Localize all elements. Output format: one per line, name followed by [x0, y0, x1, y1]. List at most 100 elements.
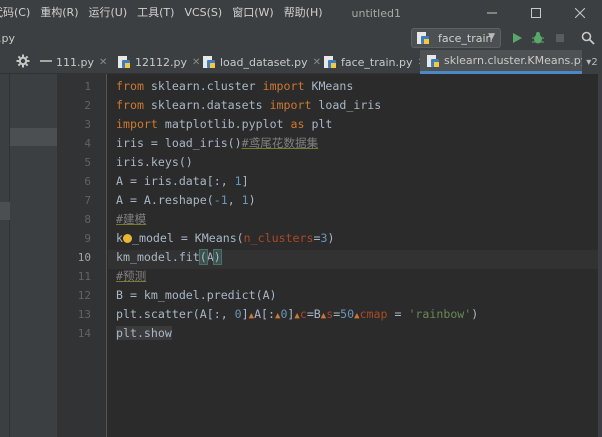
line-number-gutter: 1 2 3 4 5 6 7 8 9 10 11 12 13 14 [57, 74, 107, 437]
line-number: 11 [77, 270, 91, 283]
tab-load-dataset-py[interactable]: load_dataset.py ✕ [196, 50, 327, 74]
code-text: ] [241, 174, 249, 188]
code-text: A [206, 250, 214, 264]
minimize-button[interactable] [470, 0, 514, 26]
run-button[interactable] [509, 30, 525, 46]
menu-refactor[interactable]: 重构(R) [35, 0, 83, 26]
code-text: A[: [254, 307, 276, 321]
code-line-6: A = iris.data[:, 1] [116, 172, 249, 191]
python-file-icon [324, 56, 336, 68]
code-line-9: k _model = KMeans(n_clusters=3) [116, 229, 334, 248]
tab-12112-py[interactable]: 12112.py ✕ [111, 50, 206, 74]
line-number: 2 [84, 99, 91, 112]
debug-button[interactable] [530, 30, 546, 46]
tab-overflow-button[interactable]: ▾ 2 [582, 50, 602, 74]
import-name: KMeans [304, 79, 354, 93]
breadcrumb-file[interactable]: .py [0, 32, 15, 45]
code-line-13: plt.scatter(A[:, 0]▲A[:▲0]▲c=B▲s=50▲cmap… [116, 305, 478, 326]
code-line-4: iris = load_iris()#鸢尾花数据集 [116, 134, 318, 153]
bug-icon [532, 32, 544, 44]
comment: #建模 [116, 212, 147, 226]
line-number: 8 [84, 213, 91, 226]
chevron-down-icon: ▼ [488, 32, 495, 42]
keyword: from [116, 79, 144, 93]
python-file-icon [427, 54, 439, 67]
editor-tab-bar: 111.py ✕ 12112.py ✕ load_dataset.py ✕ fa… [0, 50, 602, 74]
string-literal: 'rainbow' [408, 307, 472, 321]
code-editor[interactable]: from sklearn.cluster import KMeans from … [108, 74, 602, 437]
module-name: matplotlib.pyplot [157, 117, 291, 131]
run-configuration-select[interactable]: face_train ▼ [411, 28, 501, 48]
minimize-icon [487, 12, 497, 14]
window-controls [470, 0, 602, 26]
line-number: 3 [84, 118, 91, 131]
project-tree-selected-row[interactable] [10, 128, 57, 146]
number-literal: -1 [213, 193, 228, 207]
code-line-1: from sklearn.cluster import KMeans [116, 77, 353, 96]
stop-button[interactable] [552, 30, 568, 46]
code-text: ) [327, 231, 335, 245]
menu-tools[interactable]: 工具(T) [132, 0, 179, 26]
close-icon[interactable]: ✕ [99, 57, 107, 68]
left-tool-window-strip [0, 74, 10, 437]
code-line-12: B = km_model.predict(A) [116, 286, 277, 305]
code-text: iris.keys() [116, 155, 193, 169]
code-line-5: iris.keys() [116, 153, 193, 172]
project-tree-selection[interactable] [0, 202, 10, 220]
keyword-argument: n_clusters [243, 231, 314, 245]
lightbulb-icon[interactable] [122, 234, 132, 243]
search-icon [581, 31, 595, 45]
code-text: B = km_model.predict(A) [116, 288, 277, 302]
menu-code[interactable]: 代码(C) [0, 0, 35, 26]
line-number: 14 [77, 327, 91, 340]
code-line-14: plt.show [116, 324, 172, 343]
tab-label: sklearn.cluster.KMeans.py [444, 54, 582, 67]
keyword: as [290, 117, 305, 131]
tab-face-train-py[interactable]: face_train.py ✕ [317, 50, 432, 74]
line-number: 1 [84, 80, 91, 93]
keyword: import [116, 117, 158, 131]
code-text: =B [306, 307, 321, 321]
code-text: A = iris.data[:, [116, 174, 235, 188]
keyword: from [116, 98, 144, 112]
tab-111-py[interactable]: 111.py ✕ [50, 50, 113, 74]
code-text: ) [471, 307, 479, 321]
menu-help[interactable]: 帮助(H) [279, 0, 328, 26]
project-panel [10, 74, 57, 437]
import-name: plt [304, 117, 333, 131]
comment: #鸢尾花数据集 [241, 136, 319, 150]
python-file-icon [118, 56, 130, 68]
navigation-bar: .py face_train ▼ [0, 26, 602, 50]
line-number: 7 [84, 194, 91, 207]
code-text: = [387, 307, 409, 321]
tab-sklearn-kmeans-py[interactable]: sklearn.cluster.KMeans.py [420, 50, 582, 74]
maximize-button[interactable] [514, 0, 558, 26]
close-window-button[interactable] [558, 0, 602, 26]
line-number: 4 [84, 137, 91, 150]
code-line-7: A = A.reshape(-1, 1) [116, 191, 256, 210]
run-icon [513, 33, 522, 43]
code-text: plt.scatter(A[:, [116, 307, 235, 321]
keyword: import [269, 98, 312, 112]
number-literal: 50 [340, 307, 355, 321]
code-text: , [227, 193, 242, 207]
code-text: A = A.reshape( [116, 193, 214, 207]
module-name: sklearn.cluster [143, 79, 263, 93]
menu-window[interactable]: 窗口(W) [227, 0, 278, 26]
code-line-8: #建模 [116, 210, 146, 229]
number-literal: 1 [241, 193, 249, 207]
search-everywhere-button[interactable] [580, 30, 596, 46]
code-text: k [116, 231, 123, 245]
gear-icon[interactable] [16, 54, 30, 68]
code-line-11: #预测 [116, 267, 146, 286]
code-text: ) [248, 193, 256, 207]
menu-vcs[interactable]: VCS(S) [179, 0, 227, 26]
menu-run[interactable]: 运行(U) [84, 0, 133, 26]
stop-icon [556, 34, 564, 42]
tab-overflow-count: 2 [591, 56, 598, 68]
python-file-icon [203, 56, 215, 68]
matched-paren: ) [212, 249, 222, 265]
run-configuration-label: face_train [438, 31, 493, 45]
tab-label: 12112.py [135, 55, 187, 69]
line-number: 6 [84, 175, 91, 188]
